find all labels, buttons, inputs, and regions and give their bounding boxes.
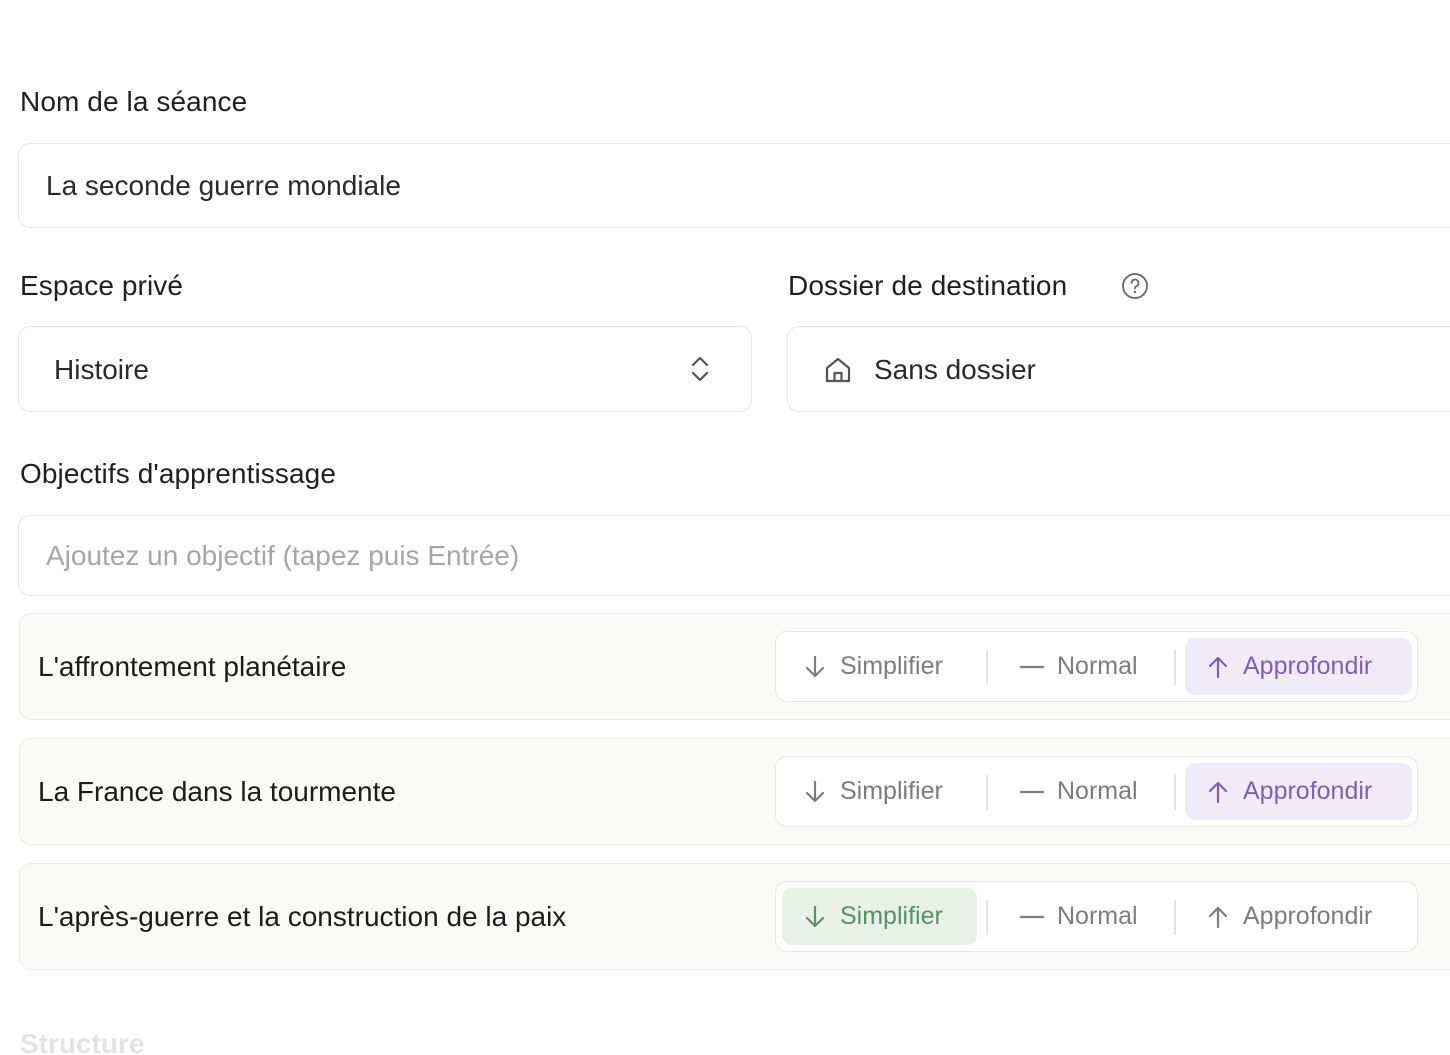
difficulty-toggle: Simplifier Normal Approfondir [775, 881, 1418, 952]
arrow-down-icon [805, 905, 825, 927]
difficulty-toggle: Simplifier Normal Approfondir [775, 756, 1418, 827]
private-space-label: Espace privé [20, 270, 184, 301]
deepen-option[interactable]: Approfondir [1185, 763, 1412, 820]
question-circle-icon[interactable] [1121, 272, 1149, 300]
objective-title: L'après-guerre et la construction de la … [38, 900, 567, 932]
normal-option[interactable]: Normal [1007, 763, 1167, 820]
home-icon [825, 357, 851, 383]
structure-section-heading: Structure [20, 1028, 145, 1055]
private-space-select[interactable]: Histoire [18, 326, 752, 412]
private-space-value: Histoire [54, 354, 149, 385]
simplify-option[interactable]: Simplifier [782, 763, 977, 820]
divider [986, 775, 988, 810]
chevron-up-down-icon [691, 356, 709, 382]
objectives-label: Objectifs d'apprentissage [20, 458, 337, 489]
difficulty-toggle: Simplifier Normal Approfondir [775, 631, 1418, 702]
destination-folder-select[interactable]: Sans dossier [787, 326, 1450, 412]
destination-folder-label: Dossier de destination [788, 270, 1068, 301]
minus-icon [1019, 790, 1045, 793]
arrow-down-icon [805, 655, 825, 677]
objective-item: L'affrontement planétaire Simplifier Nor… [19, 613, 1450, 720]
destination-folder-value: Sans dossier [874, 354, 1036, 385]
objective-title: La France dans la tourmente [38, 775, 396, 807]
session-name-value: La seconde guerre mondiale [46, 170, 401, 201]
session-name-input[interactable]: La seconde guerre mondiale [18, 143, 1450, 228]
minus-icon [1019, 665, 1045, 668]
divider [1174, 900, 1176, 935]
divider [986, 650, 988, 685]
arrow-up-icon [1208, 656, 1228, 678]
normal-option[interactable]: Normal [1007, 638, 1167, 695]
simplify-option[interactable]: Simplifier [782, 888, 977, 945]
session-name-label: Nom de la séance [20, 86, 248, 117]
normal-option[interactable]: Normal [1007, 888, 1167, 945]
arrow-down-icon [805, 780, 825, 802]
objective-item: La France dans la tourmente Simplifier N… [19, 738, 1450, 845]
arrow-up-icon [1208, 781, 1228, 803]
objective-title: L'affrontement planétaire [38, 650, 347, 682]
divider [1174, 650, 1176, 685]
objective-item: L'après-guerre et la construction de la … [19, 863, 1450, 970]
objective-input-placeholder: Ajoutez un objectif (tapez puis Entrée) [46, 540, 520, 571]
divider [1174, 775, 1176, 810]
divider [986, 900, 988, 935]
deepen-option[interactable]: Approfondir [1185, 638, 1412, 695]
minus-icon [1019, 915, 1045, 918]
simplify-option[interactable]: Simplifier [782, 638, 977, 695]
arrow-up-icon [1208, 906, 1228, 928]
deepen-option[interactable]: Approfondir [1185, 888, 1412, 945]
session-form: Nom de la séance La seconde guerre mondi… [0, 0, 1450, 1055]
objective-input[interactable]: Ajoutez un objectif (tapez puis Entrée) [18, 515, 1450, 596]
